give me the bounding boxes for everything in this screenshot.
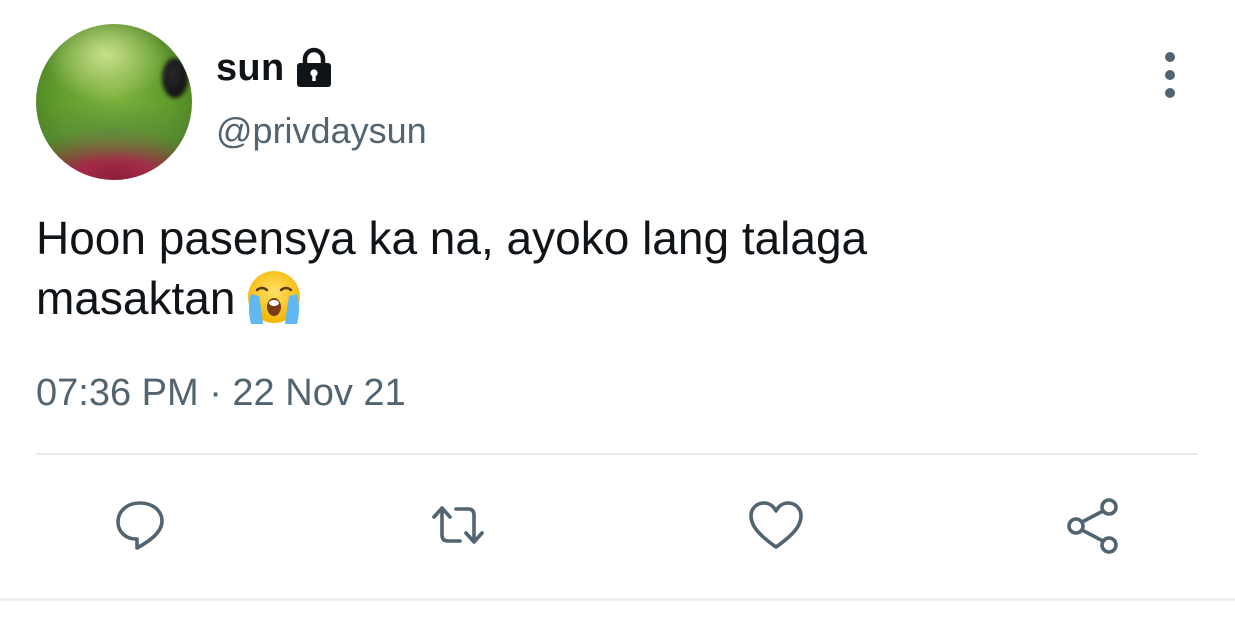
retweet-button[interactable] — [423, 490, 493, 560]
avatar-eye — [162, 58, 188, 98]
more-dot-icon — [1165, 88, 1175, 98]
tweet-card: sun @privdaysun Hoon pasensya ka na, ayo… — [0, 0, 1235, 618]
crying-face-emoji-icon — [245, 268, 303, 326]
more-options-button[interactable] — [1150, 52, 1190, 98]
avatar[interactable] — [36, 24, 192, 180]
tweet-text-word: masaktan — [36, 272, 236, 324]
action-bar — [0, 490, 1235, 560]
author-name-row: sun — [216, 40, 334, 96]
like-button[interactable] — [741, 490, 811, 560]
divider — [36, 453, 1198, 455]
tweet-text: Hoon pasensya ka na, ayoko lang talaga m… — [36, 208, 1196, 328]
share-button[interactable] — [1058, 490, 1128, 560]
more-dot-icon — [1165, 52, 1175, 62]
reply-button[interactable] — [105, 490, 175, 560]
bottom-divider — [0, 598, 1235, 601]
avatar-shade — [36, 24, 192, 180]
comment-bubble-icon — [116, 501, 164, 550]
lock-icon — [294, 47, 334, 89]
tweet-text-line: Hoon pasensya ka na, ayoko lang talaga — [36, 212, 868, 264]
share-icon — [1067, 498, 1118, 554]
more-dot-icon — [1165, 70, 1175, 80]
heart-icon — [749, 501, 803, 549]
retweet-icon — [432, 506, 484, 544]
tweet-text-line-2: masaktan — [36, 268, 1196, 328]
author-handle[interactable]: @privdaysun — [216, 110, 427, 152]
display-name[interactable]: sun — [216, 47, 284, 90]
tweet-timestamp[interactable]: 07:36 PM · 22 Nov 21 — [36, 372, 406, 415]
